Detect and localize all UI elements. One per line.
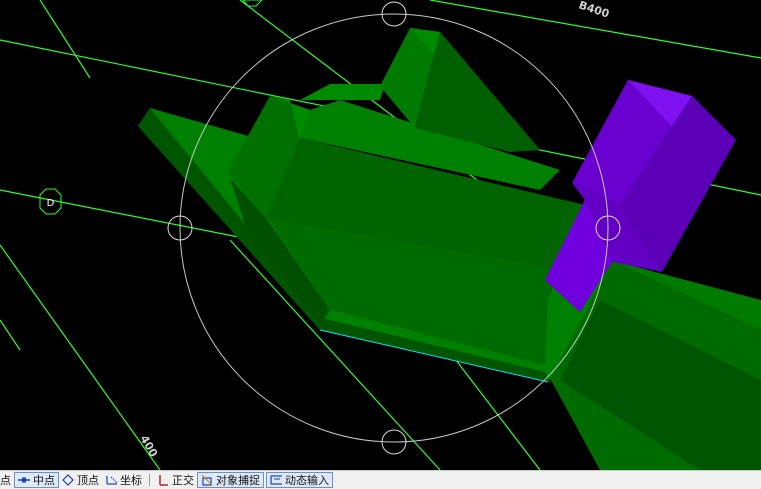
axis-line [39, 0, 91, 79]
snap-point-toggle[interactable]: 点 [0, 472, 14, 488]
dynamic-input-toggle[interactable]: 动态输入 [266, 472, 333, 488]
vertex-icon [62, 474, 74, 486]
3d-model-viewport[interactable]: D B400 400 [0, 0, 761, 470]
model-canvas[interactable]: D B400 400 [0, 0, 761, 470]
snap-coordinate-toggle[interactable]: 坐标 [102, 472, 145, 488]
ortho-label: 正交 [172, 474, 194, 487]
axis-marker-label: D [47, 198, 55, 209]
coordinate-icon [106, 476, 117, 485]
snap-coordinate-label: 坐标 [120, 474, 142, 487]
axis-line [0, 244, 161, 470]
ortho-toggle[interactable]: 正交 [154, 472, 197, 488]
dimension-label-top: B400 [577, 0, 611, 21]
snap-midpoint-toggle[interactable]: 中点 [14, 472, 59, 488]
object-snap-toggle[interactable]: 对象捕捉 [197, 472, 264, 488]
snap-vertex-label: 顶点 [77, 474, 99, 487]
object-snap-icon [201, 474, 213, 486]
flange-face [300, 84, 385, 100]
dimension-label-bottom: 400 [137, 433, 160, 460]
axis-line [0, 319, 21, 351]
snap-status-bar: 点 中点 顶点 坐标 正交 对象捕捉 动态输入 [0, 470, 761, 489]
midpoint-icon [18, 477, 30, 483]
dynamic-input-icon [270, 475, 282, 485]
snap-point-label: 点 [0, 474, 11, 487]
object-snap-label: 对象捕捉 [216, 474, 260, 487]
snap-midpoint-label: 中点 [33, 474, 55, 487]
dynamic-input-label: 动态输入 [285, 474, 329, 487]
ortho-icon [159, 475, 168, 486]
snap-vertex-toggle[interactable]: 顶点 [59, 472, 102, 488]
status-divider [149, 474, 150, 486]
